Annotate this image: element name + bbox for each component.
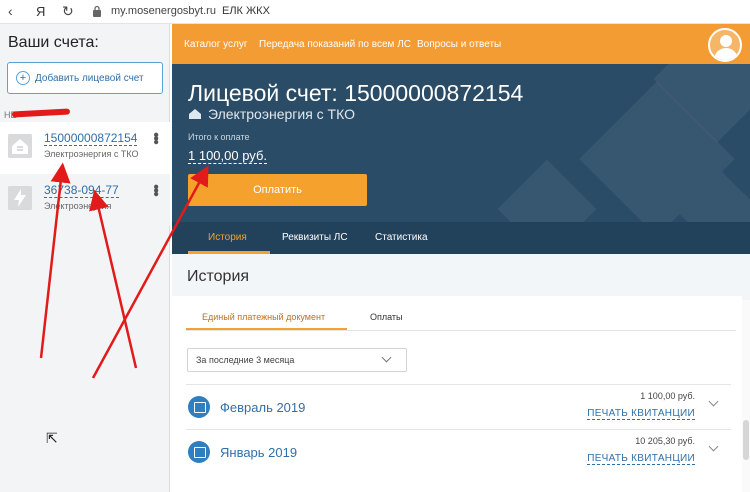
lock-icon [93,5,101,17]
scrollbar-thumb[interactable] [743,420,749,460]
nav-catalog[interactable]: Каталог услуг [184,39,248,50]
calendar-icon [188,396,210,418]
account-number[interactable]: 36738-094-77 [44,183,119,198]
tab-history[interactable]: История [208,232,247,243]
account-item-2[interactable]: 36738-094-77 Электроэнергия ••• [0,174,170,226]
nav-readings[interactable]: Передача показаний по всем ЛС [259,39,411,50]
accounts-sidebar: Ваши счета: + Добавить лицевой счет НЕ 1… [0,24,170,492]
active-subtab-indicator [186,328,347,330]
tab-payment-document[interactable]: Единый платежный документ [202,312,325,322]
account-service: Электроэнергия [44,201,112,211]
sidebar-title: Ваши счета: [8,34,99,51]
tab-payments[interactable]: Оплаты [370,312,403,322]
yandex-logo-icon[interactable]: Я [36,4,45,19]
more-menu-icon[interactable]: ••• [146,184,164,195]
user-avatar[interactable] [708,28,742,62]
add-account-button[interactable]: + Добавить лицевой счет [7,62,163,94]
period-select[interactable]: За последние 3 месяца [187,348,407,372]
tab-requisites[interactable]: Реквизиты ЛС [282,232,348,243]
row-amount: 10 205,30 руб. [635,436,695,446]
account-subtitle: Электроэнергия с ТКО [188,106,355,122]
home-icon [189,109,201,119]
account-item-1[interactable]: 15000000872154 Электроэнергия с ТКО ••• [0,122,170,174]
account-tabs: История Реквизиты ЛС Статистика [172,222,750,254]
more-menu-icon[interactable]: ••• [146,132,164,143]
history-row[interactable]: Февраль 2019 1 100,00 руб. ПЕЧАТЬ КВИТАН… [186,384,731,428]
history-heading: История [187,268,250,285]
pay-button[interactable]: Оплатить [188,174,367,206]
history-row[interactable]: Январь 2019 10 205,30 руб. ПЕЧАТЬ КВИТАН… [186,429,731,473]
house-icon [8,134,32,158]
chevron-down-icon[interactable] [708,396,719,407]
reload-icon[interactable]: ↻ [62,3,74,20]
chevron-down-icon[interactable] [708,441,719,452]
tabs-divider [186,330,736,331]
account-number[interactable]: 15000000872154 [44,131,138,146]
row-amount: 1 100,00 руб. [640,391,695,401]
period-select-value: За последние 3 месяца [196,355,295,365]
mouse-cursor-icon: ⇱ [46,430,58,446]
plus-icon: + [16,71,30,85]
due-amount[interactable]: 1 100,00 руб. [188,148,268,164]
account-service-name: Электроэнергия с ТКО [208,106,355,122]
print-receipt-link[interactable]: ПЕЧАТЬ КВИТАНЦИИ [587,408,695,420]
history-card: Единый платежный документ Оплаты За посл… [172,296,742,492]
browser-toolbar: ‹ Я ↻ my.mosenergosbyt.ru ЕЛК ЖКХ [0,0,750,24]
add-account-label: Добавить лицевой счет [35,72,144,84]
tab-title: ЕЛК ЖКХ [222,5,270,17]
back-icon[interactable]: ‹ [8,3,13,19]
account-service: Электроэнергия с ТКО [44,149,139,159]
account-hero: Лицевой счет: 15000000872154 Электроэнер… [172,64,750,254]
top-navigation: Каталог услуг Передача показаний по всем… [172,24,750,64]
tab-statistics[interactable]: Статистика [375,232,428,243]
account-title: Лицевой счет: 15000000872154 [188,80,524,106]
history-section: История Единый платежный документ Оплаты… [172,254,750,492]
row-month: Февраль 2019 [220,400,306,415]
due-label: Итого к оплате [188,132,250,142]
calendar-icon [188,441,210,463]
lightning-icon [8,186,32,210]
print-receipt-link[interactable]: ПЕЧАТЬ КВИТАНЦИИ [587,453,695,465]
nav-faq[interactable]: Вопросы и ответы [417,39,501,50]
scrollbar[interactable] [742,300,750,492]
address-bar[interactable]: my.mosenergosbyt.ru [111,5,216,17]
row-month: Январь 2019 [220,445,298,460]
chevron-down-icon [381,352,392,363]
red-scribble [11,108,71,118]
